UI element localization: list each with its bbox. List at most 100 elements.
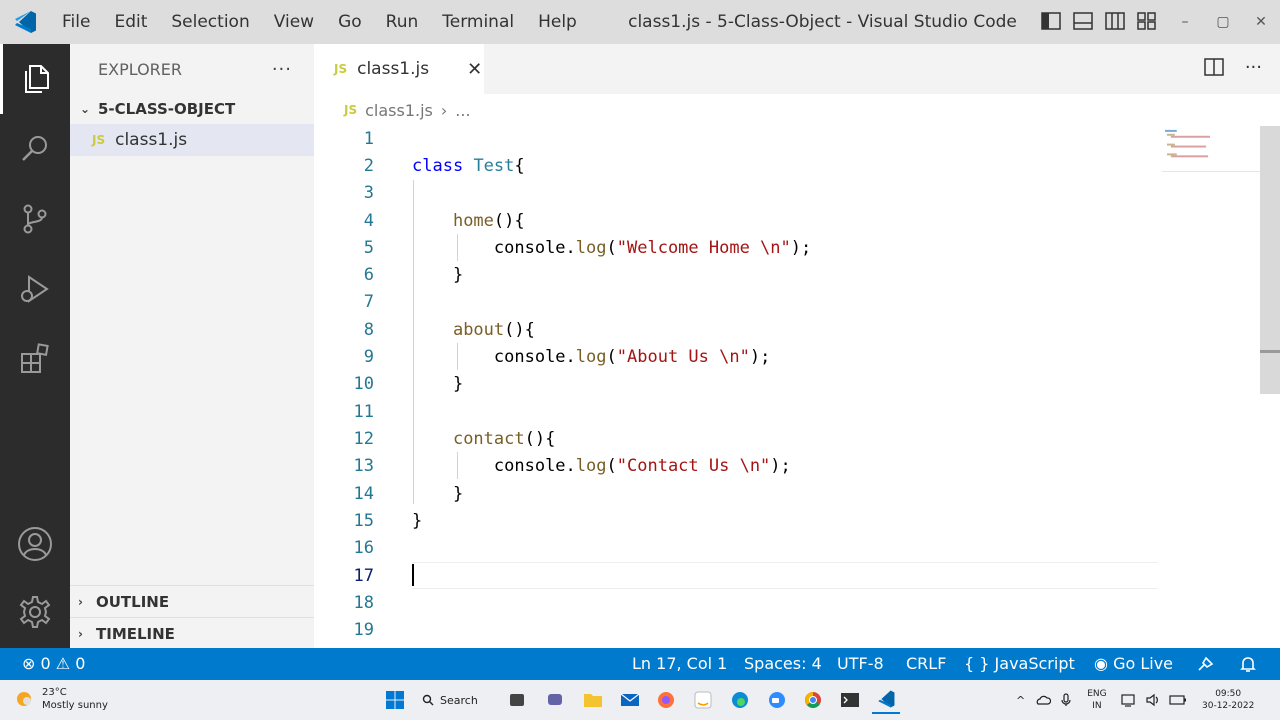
toggle-secondary-sidebar-icon[interactable]: [1104, 10, 1126, 32]
explorer-title: EXPLORER: [98, 59, 182, 79]
split-editor-icon[interactable]: [1203, 56, 1225, 78]
search-label: Search: [440, 693, 478, 707]
breadcrumb-file[interactable]: class1.js: [365, 101, 433, 120]
menu-file[interactable]: File: [50, 0, 102, 44]
breadcrumb: JS class1.js › ...: [314, 94, 1280, 126]
code-line: 18: [353, 593, 374, 613]
vertical-scrollbar[interactable]: [1260, 126, 1280, 394]
vscode-logo-icon: [0, 0, 50, 44]
menu-terminal[interactable]: Terminal: [430, 0, 526, 44]
battery-icon[interactable]: [1169, 694, 1187, 706]
explorer-more-button[interactable]: ···: [272, 59, 292, 80]
minimap[interactable]: [1162, 126, 1260, 172]
zoom-button[interactable]: [763, 686, 791, 714]
vscode-taskbar-button[interactable]: [872, 686, 900, 714]
code-line: 2 class Test{: [363, 156, 525, 176]
menu-run[interactable]: Run: [374, 0, 431, 44]
windows-taskbar: 23°C Mostly sunny Search ^ ENG IN 09:50 …: [0, 680, 1280, 720]
wifi-icon[interactable]: [1121, 693, 1137, 707]
outline-section[interactable]: › OUTLINE: [70, 585, 314, 617]
menu-go[interactable]: Go: [326, 0, 374, 44]
indentation-setting[interactable]: Spaces: 4: [744, 648, 822, 680]
chrome-button[interactable]: [799, 686, 827, 714]
chevron-right-icon: ›: [78, 594, 83, 609]
tab-label: class1.js: [357, 59, 430, 79]
taskbar-search[interactable]: Search: [422, 687, 494, 713]
mail-button[interactable]: [616, 686, 644, 714]
menu-selection[interactable]: Selection: [159, 0, 261, 44]
folder-5-class-object[interactable]: ⌄ 5-CLASS-OBJECT: [70, 94, 314, 124]
code-line: 1: [363, 129, 374, 149]
run-debug-activity-button[interactable]: [0, 254, 70, 324]
zoom-icon: [769, 692, 785, 708]
outline-label: OUTLINE: [96, 592, 170, 611]
customize-layout-icon[interactable]: [1136, 10, 1158, 32]
menu-view[interactable]: View: [262, 0, 326, 44]
show-hidden-icons-button[interactable]: ^: [1016, 694, 1025, 707]
file-explorer-button[interactable]: [579, 686, 607, 714]
error-icon: ⊗: [22, 654, 36, 673]
explorer-activity-button[interactable]: [0, 44, 70, 114]
file-item-class1-js[interactable]: JS class1.js: [70, 124, 314, 156]
microphone-icon[interactable]: [1061, 693, 1071, 707]
maximize-button[interactable]: ▢: [1204, 0, 1242, 44]
input-language[interactable]: ENG IN: [1087, 688, 1106, 712]
weather-widget[interactable]: 23°C Mostly sunny: [14, 686, 108, 712]
minimize-button[interactable]: –: [1166, 0, 1204, 44]
cursor-position[interactable]: Ln 17, Col 1: [632, 648, 727, 680]
menu-edit[interactable]: Edit: [102, 0, 159, 44]
close-window-button[interactable]: ✕: [1242, 0, 1280, 44]
firefox-icon: [658, 692, 674, 708]
terminal-button[interactable]: [836, 686, 864, 714]
edge-button[interactable]: [726, 686, 754, 714]
manage-activity-button[interactable]: [0, 577, 70, 647]
task-view-button[interactable]: [503, 686, 531, 714]
js-file-icon: JS: [344, 103, 358, 117]
more-actions-button[interactable]: ···: [1245, 57, 1262, 78]
code-line: 7: [363, 292, 374, 312]
notifications-bell-icon[interactable]: [1238, 648, 1258, 680]
amazon-button[interactable]: [689, 686, 717, 714]
search-activity-button[interactable]: [0, 114, 70, 184]
firefox-button[interactable]: [652, 686, 680, 714]
eol-setting[interactable]: CRLF: [906, 648, 946, 680]
problems-indicator[interactable]: ⊗ 0 ⚠ 0: [22, 648, 85, 680]
source-control-activity-button[interactable]: [0, 184, 70, 254]
toggle-sidebar-icon[interactable]: [1040, 10, 1062, 32]
warning-count: 0: [75, 654, 86, 673]
code-line: 12 contact(){: [353, 429, 556, 449]
volume-icon[interactable]: [1145, 693, 1161, 707]
braces-icon: { }: [964, 654, 990, 673]
close-tab-icon[interactable]: ✕: [467, 59, 482, 80]
broadcast-icon: ◉: [1094, 654, 1108, 673]
search-icon: [422, 694, 434, 706]
accounts-activity-button[interactable]: [0, 509, 70, 579]
tab-class1-js[interactable]: JS class1.js ✕: [314, 44, 484, 94]
source-control-icon: [23, 204, 47, 234]
toggle-panel-icon[interactable]: [1072, 10, 1094, 32]
folder-icon: [584, 694, 602, 707]
teams-chat-button[interactable]: [541, 686, 569, 714]
code-line: 15}: [353, 511, 423, 531]
breadcrumb-symbol[interactable]: ...: [455, 101, 470, 120]
onedrive-icon[interactable]: [1035, 694, 1052, 706]
code-line: 9 console.log("About Us \n");: [363, 347, 771, 367]
chevron-right-icon: ›: [78, 626, 83, 641]
language-mode[interactable]: { } JavaScript: [964, 648, 1075, 680]
encoding-setting[interactable]: UTF-8: [837, 648, 884, 680]
start-button[interactable]: [381, 686, 409, 714]
menu-bar: File Edit Selection View Go Run Terminal…: [50, 0, 589, 44]
go-live-button[interactable]: ◉ Go Live: [1094, 648, 1173, 680]
code-line: 3: [363, 183, 374, 203]
menu-help[interactable]: Help: [526, 0, 589, 44]
window-controls: – ▢ ✕: [1166, 0, 1280, 44]
feedback-icon[interactable]: [1196, 648, 1216, 680]
timeline-section[interactable]: › TIMELINE: [70, 617, 314, 649]
weather-status: Mostly sunny: [42, 700, 108, 711]
code-editor[interactable]: 1 2 class Test{ 3 4 home(){ 5 console.log…: [314, 126, 1164, 648]
windows-start-icon: [386, 691, 404, 709]
timeline-label: TIMELINE: [96, 624, 175, 643]
extensions-activity-button[interactable]: [0, 324, 70, 394]
clock-time: 09:50: [1215, 689, 1242, 699]
clock[interactable]: 09:50 30-12-2022: [1202, 680, 1254, 720]
